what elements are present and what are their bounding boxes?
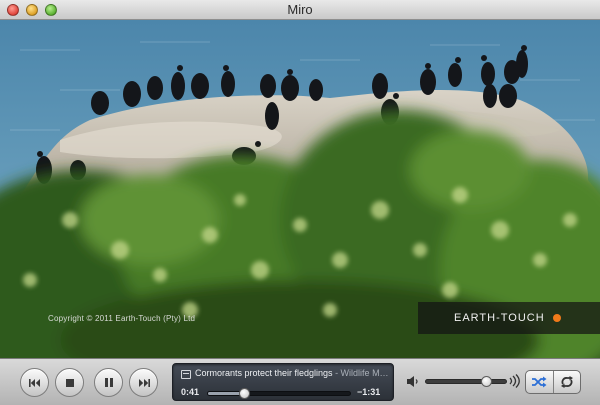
repeat-button[interactable] — [552, 371, 581, 393]
remaining-time: −1:31 — [357, 387, 381, 397]
progress-knob[interactable] — [238, 388, 250, 399]
window-title: Miro — [287, 2, 313, 17]
skip-back-icon — [28, 378, 40, 387]
watermark-text: EARTH-TOUCH — [454, 312, 545, 324]
stop-icon — [65, 378, 74, 387]
shuffle-icon — [532, 376, 547, 388]
video-frame[interactable]: Copyright © 2011 Earth-Touch (Pty) Ltd E… — [0, 20, 600, 358]
volume-slider[interactable] — [425, 376, 507, 387]
close-window-button[interactable] — [7, 4, 19, 16]
miro-window: Miro Copyright © 2011 Earth-Touch (Pty) … — [0, 0, 600, 405]
next-button[interactable] — [129, 368, 158, 397]
watermark-dot-icon — [552, 314, 561, 322]
now-playing-title: Cormorants protect their fledglings — [195, 368, 333, 378]
window-controls — [7, 4, 57, 16]
pause-button[interactable] — [94, 368, 123, 397]
previous-button[interactable] — [20, 368, 49, 397]
now-playing-title-row: Cormorants protect their fledglings - Wi… — [195, 368, 391, 381]
volume-low-icon[interactable] — [407, 375, 421, 388]
skip-forward-icon — [138, 378, 150, 387]
repeat-icon — [560, 376, 573, 388]
progress-slider[interactable] — [207, 388, 351, 399]
volume-knob[interactable] — [481, 376, 492, 387]
volume-high-icon[interactable] — [509, 374, 521, 388]
pause-icon — [104, 378, 113, 387]
title-bar: Miro — [0, 0, 600, 20]
earth-touch-watermark: EARTH-TOUCH — [418, 302, 600, 334]
now-playing-source: - Wildlife M… — [332, 368, 389, 378]
minimize-window-button[interactable] — [26, 4, 38, 16]
zoom-window-button[interactable] — [45, 4, 57, 16]
shuffle-button[interactable] — [526, 371, 553, 393]
video-item-icon — [181, 370, 191, 379]
now-playing-display: Cormorants protect their fledglings - Wi… — [172, 363, 394, 401]
playback-mode-toggle — [525, 370, 581, 394]
playback-controls: Cormorants protect their fledglings - Wi… — [0, 358, 600, 405]
stop-button[interactable] — [55, 368, 84, 397]
elapsed-time: 0:41 — [181, 387, 200, 397]
video-copyright: Copyright © 2011 Earth-Touch (Pty) Ltd — [48, 314, 196, 323]
